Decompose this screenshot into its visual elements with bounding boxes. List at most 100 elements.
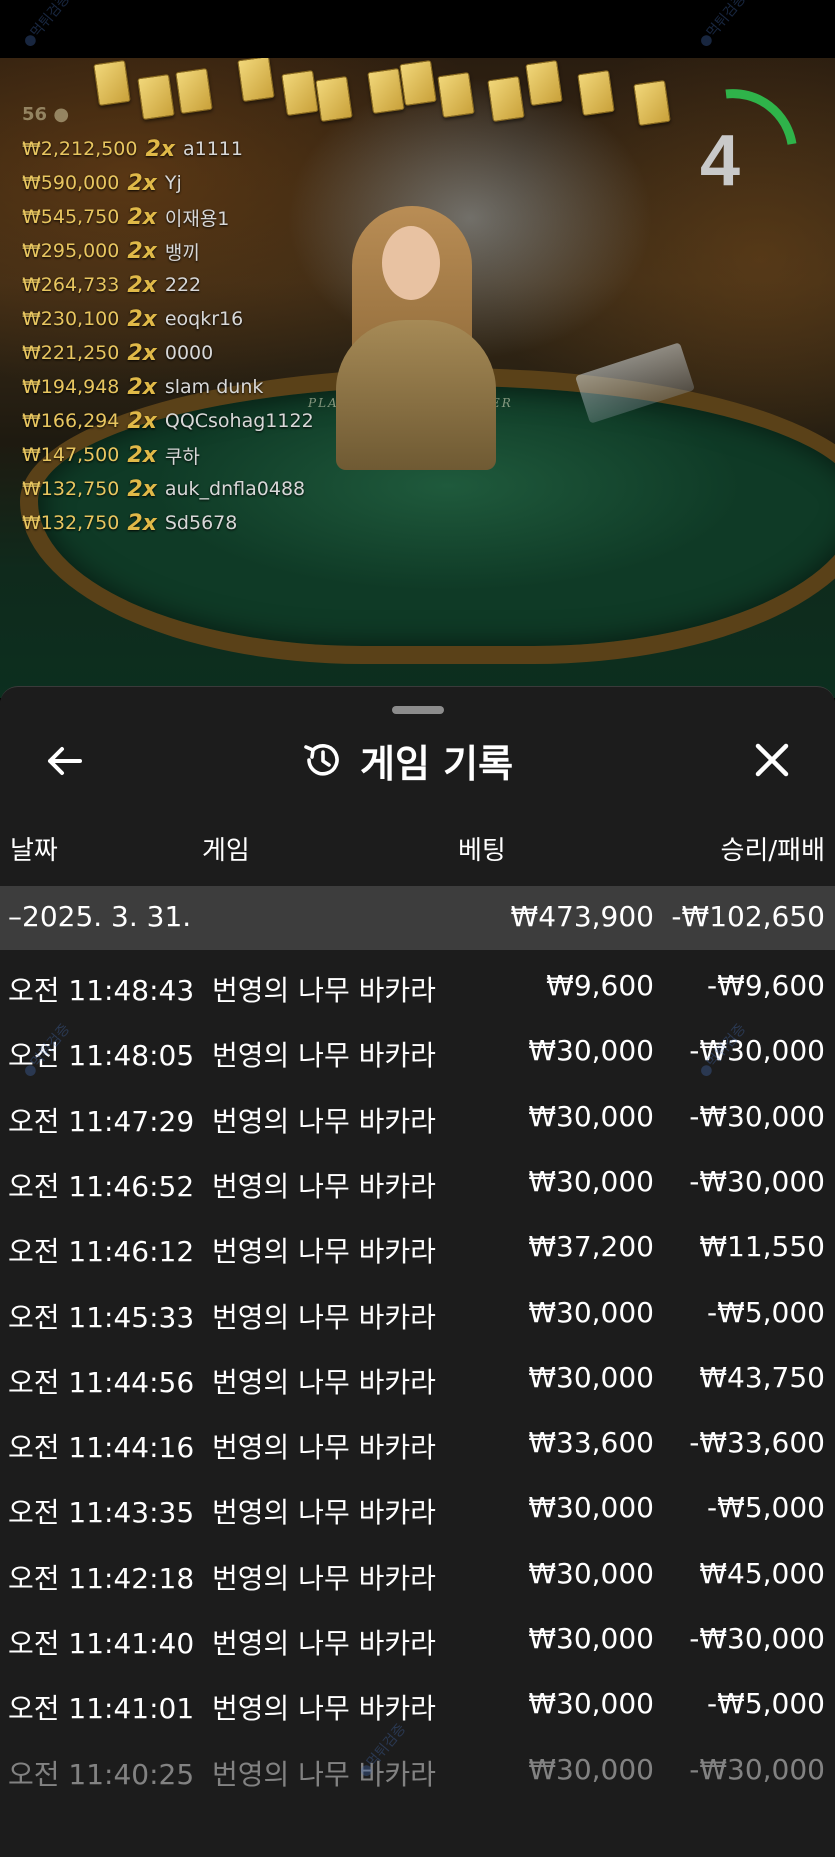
row-time: 오전 11:48:43 bbox=[8, 974, 195, 1007]
row-game-name: 번영의 나무 바카라 bbox=[212, 1627, 436, 1660]
row-bet-amount: ₩37,200 bbox=[528, 1230, 654, 1264]
winners-list: ₩2,212,500 2x a1111 ₩590,000 2x Yj ₩545,750 2… bbox=[22, 132, 314, 540]
sheet-header: 게임 기록 bbox=[300, 732, 513, 788]
history-row[interactable]: 오전 11:46:12 번영의 나무 바카라 ₩37,200 ₩11,550 bbox=[0, 1216, 835, 1281]
winner-name: a1111 bbox=[182, 138, 243, 160]
row-result-amount: -₩9,600 bbox=[707, 969, 825, 1002]
row-bet-amount: ₩30,000 bbox=[528, 1622, 654, 1655]
winner-amount: ₩545,750 bbox=[22, 206, 120, 228]
multiplier-badge: 2x bbox=[127, 238, 157, 264]
row-bet-amount: ₩30,000 bbox=[528, 1556, 654, 1590]
hanging-card bbox=[437, 71, 475, 119]
row-time: 오전 11:42:18 bbox=[8, 1561, 195, 1595]
winner-name: eoqkr16 bbox=[164, 308, 244, 330]
hanging-card bbox=[487, 75, 525, 123]
row-time: 오전 11:44:56 bbox=[8, 1365, 195, 1399]
winner-name: 0000 bbox=[164, 342, 214, 364]
winner-name: 222 bbox=[164, 274, 202, 296]
row-game-name: 번영의 나무 바카라 bbox=[212, 1496, 436, 1530]
multiplier-badge: 2x bbox=[127, 442, 157, 468]
history-row[interactable]: 오전 11:44:16 번영의 나무 바카라 ₩33,600 -₩33,600 bbox=[0, 1412, 835, 1477]
row-result-amount: -₩30,000 bbox=[689, 1164, 825, 1198]
row-time: 오전 11:40:25 bbox=[8, 1757, 195, 1791]
close-icon bbox=[755, 743, 789, 777]
dealer-body bbox=[336, 320, 496, 470]
winner-row: ₩590,000 2x Yj bbox=[22, 166, 314, 200]
hanging-card bbox=[525, 59, 563, 107]
row-result-amount: -₩5,000 bbox=[707, 1295, 825, 1329]
back-arrow-icon bbox=[48, 747, 82, 775]
hanging-card bbox=[93, 59, 131, 107]
row-bet-amount: ₩30,000 bbox=[528, 1099, 654, 1133]
row-result-amount: ₩11,550 bbox=[699, 1230, 825, 1264]
multiplier-badge: 2x bbox=[127, 272, 157, 298]
history-row[interactable]: 오전 11:48:43 번영의 나무 바카라 ₩9,600 -₩9,600 bbox=[0, 955, 835, 1020]
history-row[interactable]: 오전 11:45:33 번영의 나무 바카라 ₩30,000 -₩5,000 bbox=[0, 1282, 835, 1347]
winner-amount: ₩132,750 bbox=[22, 512, 120, 534]
winner-amount: ₩264,733 bbox=[22, 274, 120, 296]
hanging-card bbox=[367, 67, 405, 115]
row-result-amount: -₩5,000 bbox=[707, 1491, 825, 1525]
multiplier-badge: 2x bbox=[127, 204, 157, 230]
date-summary-row[interactable]: –2025. 3. 31. ₩473,900 -₩102,650 bbox=[0, 886, 835, 950]
winner-row: ₩295,000 2x 뱅끼 bbox=[22, 234, 314, 268]
winner-row: ₩194,948 2x slam dunk bbox=[22, 370, 314, 404]
row-game-name: 번영의 나무 바카라 bbox=[212, 1692, 436, 1726]
page-title: 게임 기록 bbox=[360, 741, 514, 786]
row-time: 오전 11:44:16 bbox=[8, 1431, 195, 1465]
winner-amount: ₩230,100 bbox=[22, 308, 120, 330]
summary-bet: ₩473,900 bbox=[510, 900, 654, 933]
history-row[interactable]: 오전 11:47:29 번영의 나무 바카라 ₩30,000 -₩30,000 bbox=[0, 1086, 835, 1151]
winner-name: 쿠하 bbox=[164, 445, 200, 468]
row-result-amount: -₩30,000 bbox=[689, 1099, 825, 1133]
row-result-amount: -₩33,600 bbox=[689, 1426, 825, 1460]
row-time: 오전 11:46:52 bbox=[8, 1169, 195, 1203]
close-button[interactable] bbox=[744, 732, 800, 788]
winner-name: QQCsohag1122 bbox=[164, 410, 314, 432]
history-row[interactable]: 오전 11:40:25 번영의 나무 바카라 ₩30,000 -₩30,000 bbox=[0, 1739, 835, 1804]
back-button[interactable] bbox=[36, 736, 92, 786]
winner-name: Yj bbox=[164, 172, 182, 194]
hanging-card bbox=[633, 79, 671, 127]
history-row[interactable]: 오전 11:41:01 번영의 나무 바카라 ₩30,000 -₩5,000 bbox=[0, 1673, 835, 1738]
row-game-name: 번영의 나무 바카라 bbox=[212, 1365, 436, 1399]
history-row[interactable]: 오전 11:44:56 번영의 나무 바카라 ₩30,000 ₩43,750 bbox=[0, 1347, 835, 1412]
multiplier-badge: 2x bbox=[127, 170, 157, 196]
history-row[interactable]: 오전 11:42:18 번영의 나무 바카라 ₩30,000 ₩45,000 bbox=[0, 1543, 835, 1608]
row-time: 오전 11:41:01 bbox=[8, 1692, 195, 1726]
hanging-card bbox=[315, 75, 353, 123]
history-icon bbox=[304, 744, 339, 776]
row-game-name: 번영의 나무 바카라 bbox=[212, 1757, 436, 1791]
winner-name: 뱅끼 bbox=[164, 241, 200, 264]
row-bet-amount: ₩30,000 bbox=[528, 1752, 654, 1786]
row-time: 오전 11:45:33 bbox=[8, 1300, 195, 1334]
row-game-name: 번영의 나무 바카라 bbox=[212, 974, 436, 1007]
winner-row: ₩132,750 2x Sd5678 bbox=[22, 506, 314, 540]
sheet-drag-handle[interactable] bbox=[392, 706, 444, 714]
winner-row: ₩166,294 2x QQCsohag1122 bbox=[22, 404, 314, 438]
winner-amount: ₩2,212,500 bbox=[22, 138, 138, 160]
dealer-face bbox=[382, 226, 440, 300]
hanging-card bbox=[399, 59, 437, 107]
row-time: 오전 11:41:40 bbox=[8, 1627, 195, 1660]
row-result-amount: -₩5,000 bbox=[707, 1687, 825, 1721]
winner-amount: ₩147,500 bbox=[22, 444, 120, 466]
row-bet-amount: ₩30,000 bbox=[528, 1164, 654, 1198]
row-bet-amount: ₩30,000 bbox=[528, 1034, 654, 1068]
hanging-card bbox=[577, 69, 615, 117]
hanging-card bbox=[175, 67, 213, 115]
winner-amount: ₩590,000 bbox=[22, 172, 120, 194]
row-result-amount: ₩43,750 bbox=[699, 1360, 825, 1394]
row-time: 오전 11:43:35 bbox=[8, 1496, 195, 1530]
row-game-name: 번영의 나무 바카라 bbox=[212, 1431, 436, 1465]
history-row[interactable]: 오전 11:46:52 번영의 나무 바카라 ₩30,000 -₩30,000 bbox=[0, 1151, 835, 1216]
row-bet-amount: ₩9,600 bbox=[546, 969, 654, 1002]
hanging-card bbox=[237, 58, 275, 103]
row-time: 오전 11:47:29 bbox=[8, 1104, 195, 1138]
history-row[interactable]: 오전 11:43:35 번영의 나무 바카라 ₩30,000 -₩5,000 bbox=[0, 1477, 835, 1542]
winner-name: slam dunk bbox=[164, 376, 264, 398]
history-row[interactable]: 오전 11:41:40 번영의 나무 바카라 ₩30,000 -₩30,000 bbox=[0, 1608, 835, 1673]
winner-name: auk_dnfla0488 bbox=[164, 478, 306, 500]
column-header-result: 승리/패배 bbox=[720, 836, 825, 866]
row-result-amount: -₩30,000 bbox=[689, 1752, 825, 1786]
